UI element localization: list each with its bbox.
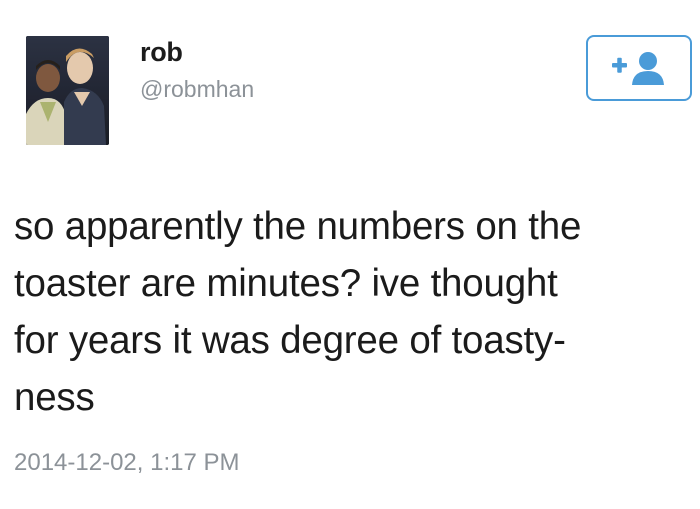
avatar[interactable] — [26, 36, 109, 145]
avatar-photo — [26, 36, 109, 145]
tweet-text: so apparently the numbers on the toaster… — [14, 198, 690, 426]
tweet-card: rob @robmhan so apparently the numbers o… — [0, 0, 700, 509]
tweet-line: ness — [14, 376, 95, 419]
display-name[interactable]: rob — [140, 37, 183, 68]
tweet-line: for years it was degree of toasty- — [14, 319, 566, 362]
add-user-icon — [612, 52, 664, 85]
tweet-line: so apparently the numbers on the — [14, 205, 582, 248]
tweet-timestamp[interactable]: 2014-12-02, 1:17 PM — [14, 449, 239, 477]
tweet-line: toaster are minutes? ive thought — [14, 262, 558, 305]
follow-button[interactable] — [586, 35, 692, 101]
user-handle[interactable]: @robmhan — [140, 76, 254, 103]
